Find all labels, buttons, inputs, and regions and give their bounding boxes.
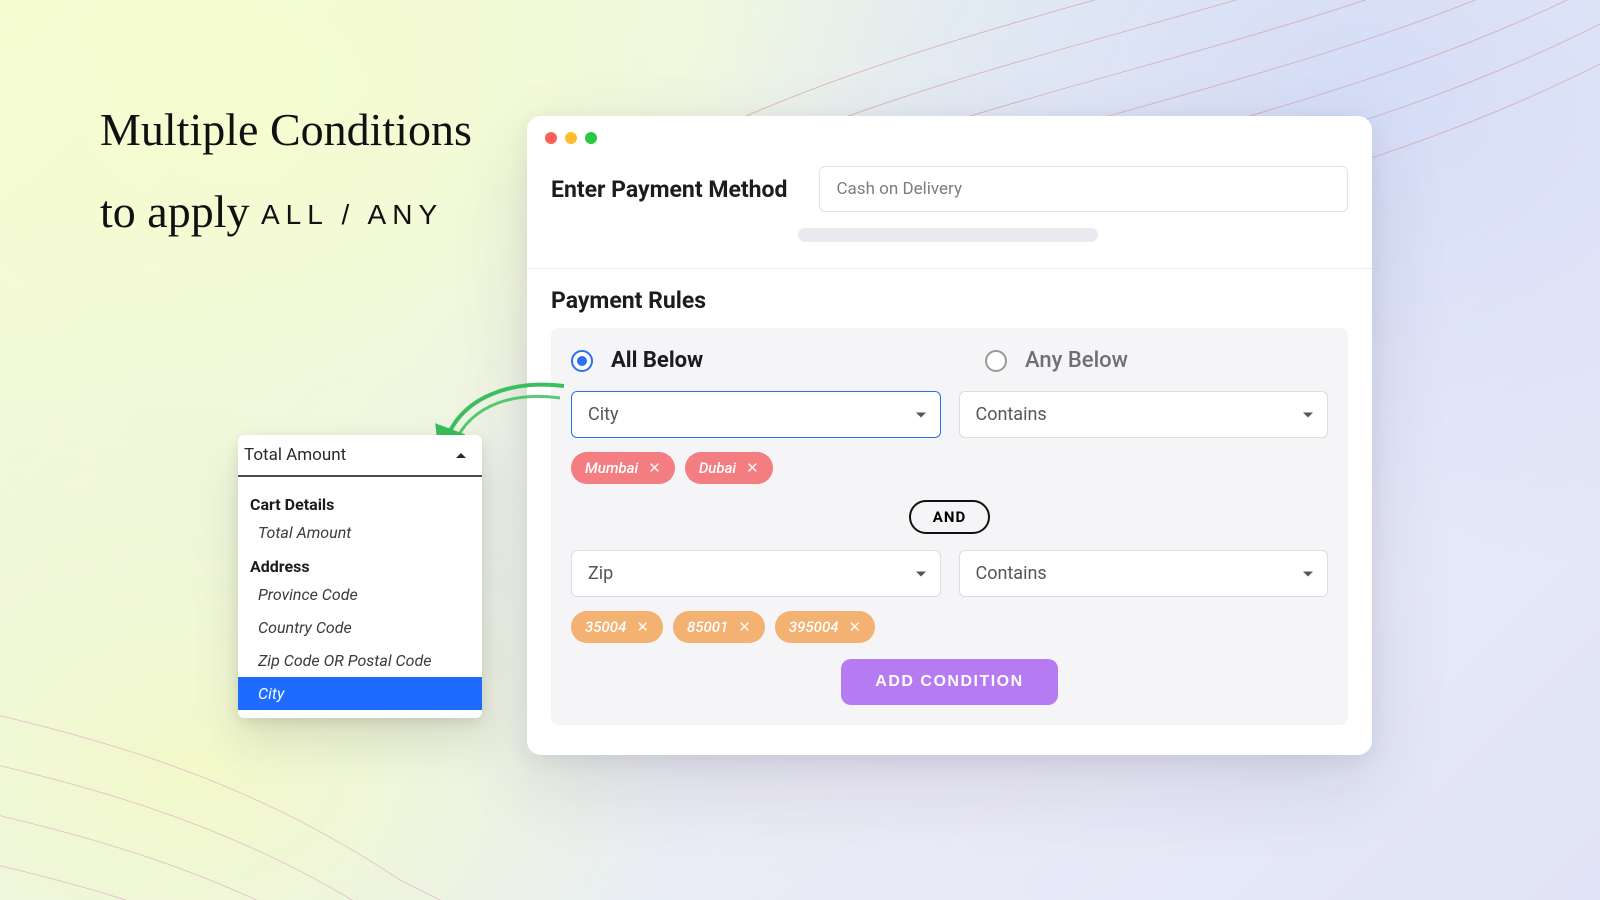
field-dropdown-popover: Total Amount Cart Details Total Amount A… [238, 435, 482, 718]
radio-all-label: All Below [611, 348, 703, 373]
dropdown-item-country-code[interactable]: Country Code [238, 611, 482, 644]
radio-icon [571, 350, 593, 372]
payment-rules-section: Payment Rules All Below Any Below [527, 269, 1372, 755]
chip-zip-2[interactable]: 85001 ✕ [673, 611, 765, 643]
dropdown-item-total-amount[interactable]: Total Amount [238, 516, 482, 549]
condition-row-2: Zip Contains [571, 550, 1328, 597]
operator-select-contains[interactable]: Contains [959, 550, 1329, 597]
operator-select-value: Contains [976, 563, 1047, 584]
headline-line2: to apply ALL / ANY [100, 182, 530, 242]
window-titlebar [527, 116, 1372, 154]
rules-box: All Below Any Below City Contains [551, 328, 1348, 725]
traffic-light-close-icon[interactable] [545, 132, 557, 144]
headline-line1: Multiple Conditions [100, 100, 530, 160]
dropdown-item-city[interactable]: City [238, 677, 482, 710]
chip-label: Dubai [699, 459, 736, 477]
radio-any-below[interactable]: Any Below [985, 348, 1128, 373]
match-mode-radio-row: All Below Any Below [571, 348, 1328, 373]
close-icon[interactable]: ✕ [746, 461, 759, 476]
payment-rules-title: Payment Rules [551, 287, 1348, 314]
radio-icon [985, 350, 1007, 372]
payment-method-label: Enter Payment Method [551, 176, 787, 203]
headline: Multiple Conditions to apply ALL / ANY [100, 100, 530, 242]
radio-all-below[interactable]: All Below [571, 348, 703, 373]
close-icon[interactable]: ✕ [648, 461, 661, 476]
dropdown-item-province-code[interactable]: Province Code [238, 578, 482, 611]
chip-label: 35004 [585, 618, 626, 636]
close-icon[interactable]: ✕ [738, 620, 751, 635]
chip-zip-1[interactable]: 35004 ✕ [571, 611, 663, 643]
chip-label: Mumbai [585, 459, 638, 477]
condition-row-1: City Contains [571, 391, 1328, 438]
skeleton-line [798, 228, 1098, 242]
dropdown-group-address: Address [238, 549, 482, 578]
close-icon[interactable]: ✕ [849, 620, 862, 635]
chip-label: 395004 [789, 618, 839, 636]
traffic-light-minimize-icon[interactable] [565, 132, 577, 144]
payment-method-input[interactable]: Cash on Delivery [819, 166, 1348, 212]
marketing-canvas: Multiple Conditions to apply ALL / ANY E… [0, 0, 1600, 900]
headline-prefix: to apply [100, 186, 261, 237]
chevron-down-icon [916, 571, 926, 576]
dropdown-trigger[interactable]: Total Amount [238, 435, 482, 477]
chevron-down-icon [916, 412, 926, 417]
dropdown-body: Cart Details Total Amount Address Provin… [238, 477, 482, 718]
field-select-zip[interactable]: Zip [571, 550, 941, 597]
add-condition-button[interactable]: ADD CONDITION [841, 659, 1057, 705]
chip-mumbai[interactable]: Mumbai ✕ [571, 452, 675, 484]
chevron-down-icon [1303, 412, 1313, 417]
operator-select-contains[interactable]: Contains [959, 391, 1329, 438]
chevron-down-icon [1303, 571, 1313, 576]
chip-dubai[interactable]: Dubai ✕ [685, 452, 773, 484]
headline-allany: ALL / ANY [261, 199, 443, 230]
operator-select-value: Contains [976, 404, 1047, 425]
traffic-light-zoom-icon[interactable] [585, 132, 597, 144]
and-connector: AND [909, 500, 990, 534]
zip-chips: 35004 ✕ 85001 ✕ 395004 ✕ [571, 611, 1328, 643]
city-chips: Mumbai ✕ Dubai ✕ [571, 452, 1328, 484]
chip-label: 85001 [687, 618, 728, 636]
app-window: Enter Payment Method Cash on Delivery Pa… [527, 116, 1372, 755]
payment-method-section: Enter Payment Method Cash on Delivery [527, 154, 1372, 269]
field-select-value: Zip [588, 563, 613, 584]
field-select-value: City [588, 404, 619, 425]
dropdown-group-cart: Cart Details [238, 487, 482, 516]
chip-zip-3[interactable]: 395004 ✕ [775, 611, 875, 643]
dropdown-item-zip-postal-code[interactable]: Zip Code OR Postal Code [238, 644, 482, 677]
dropdown-selected-value: Total Amount [244, 445, 346, 465]
radio-any-label: Any Below [1025, 348, 1128, 373]
chevron-up-icon [456, 453, 466, 458]
field-select-city[interactable]: City [571, 391, 941, 438]
close-icon[interactable]: ✕ [636, 620, 649, 635]
